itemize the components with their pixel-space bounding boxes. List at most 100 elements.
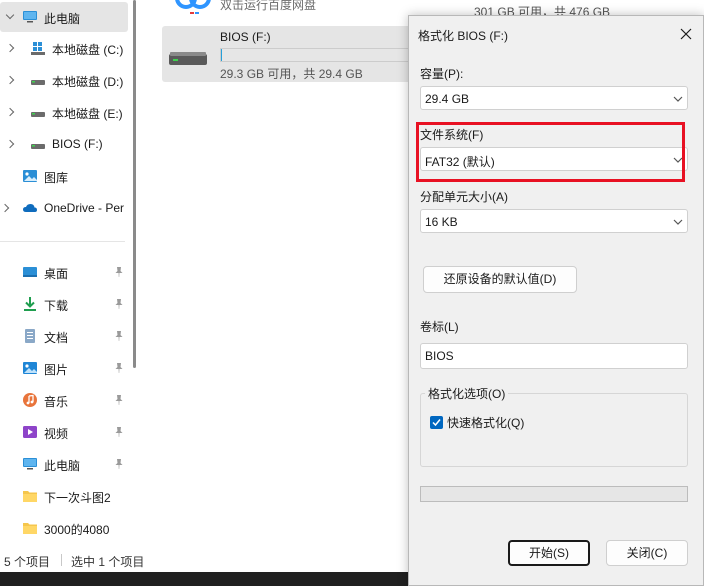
- chevron-right-icon[interactable]: [7, 108, 15, 116]
- restore-defaults-button[interactable]: 还原设备的默认值(D): [423, 266, 577, 293]
- nav-item-label: 文档: [44, 331, 69, 345]
- nav-item-label: 3000的4080: [44, 523, 110, 537]
- nav-item-label: BIOS (F:): [52, 137, 103, 151]
- dialog-close-button[interactable]: [673, 23, 699, 45]
- chevron-right-icon[interactable]: [7, 76, 15, 84]
- format-dialog: 格式化 BIOS (F:) 容量(P): 29.4 GB 文件系统(F) FAT…: [408, 15, 704, 586]
- filesystem-label: 文件系统(F): [420, 128, 484, 142]
- chevron-right-icon[interactable]: [7, 44, 15, 52]
- pin-icon[interactable]: [114, 394, 124, 406]
- filesystem-select[interactable]: FAT32 (默认): [420, 147, 688, 171]
- computer-icon: [23, 11, 37, 23]
- volume-label-label: 卷标(L): [420, 320, 459, 334]
- desktop-icon: [23, 267, 37, 277]
- allocation-value: 16 KB: [425, 215, 458, 229]
- close-icon: [680, 28, 692, 40]
- drive-usage-bar: [220, 48, 410, 62]
- quick-access-folder-1[interactable]: 下一次斗图2: [0, 481, 128, 511]
- drive-icon: [31, 144, 45, 149]
- video-icon: [23, 426, 37, 438]
- quick-access-this-pc[interactable]: 此电脑: [0, 449, 128, 479]
- nav-item-label: 桌面: [44, 267, 69, 281]
- nav-divider: [0, 241, 125, 242]
- drive-space-text: 29.3 GB 可用，共 29.4 GB: [220, 67, 363, 81]
- navigation-pane: 此电脑 本地磁盘 (C:) 本地磁盘 (D:) 本地磁盘 (E:) BIOS (…: [0, 0, 130, 548]
- capacity-value: 29.4 GB: [425, 92, 470, 106]
- nav-item-label: 图库: [44, 171, 69, 185]
- nav-item-label: 此电脑: [44, 12, 81, 26]
- nav-item-drive-e[interactable]: 本地磁盘 (E:): [0, 97, 128, 127]
- baidu-netdisk-icon: [175, 0, 211, 14]
- pin-icon[interactable]: [114, 362, 124, 374]
- pin-icon[interactable]: [114, 298, 124, 310]
- quick-access-folder-2[interactable]: 3000的4080: [0, 513, 128, 543]
- nav-item-label: 视频: [44, 427, 69, 441]
- nav-scrollbar[interactable]: [133, 0, 137, 548]
- nav-item-label: 下一次斗图2: [44, 491, 111, 505]
- nav-item-label: 音乐: [44, 395, 69, 409]
- allocation-label: 分配单元大小(A): [420, 190, 508, 204]
- quick-access-downloads[interactable]: 下载: [0, 289, 128, 319]
- quick-format-checkbox[interactable]: [430, 415, 443, 429]
- quick-access-music[interactable]: 音乐: [0, 385, 128, 415]
- chevron-right-icon[interactable]: [7, 140, 15, 148]
- windows-drive-icon: [31, 42, 45, 55]
- drive-icon: [169, 52, 207, 65]
- quick-access-pictures[interactable]: 图片: [0, 353, 128, 383]
- chevron-down-icon: [673, 157, 683, 163]
- nav-item-gallery[interactable]: 图库: [0, 161, 128, 191]
- nav-item-label: 本地磁盘 (C:): [52, 43, 124, 57]
- nav-item-label: 图片: [44, 363, 69, 377]
- allocation-select[interactable]: 16 KB: [420, 209, 688, 233]
- format-options-title: 格式化选项(O): [425, 385, 509, 402]
- drive-tile-bios[interactable]: BIOS (F:) 29.3 GB 可用，共 29.4 GB: [162, 26, 416, 82]
- nav-item-label: 此电脑: [44, 459, 81, 473]
- music-icon: [23, 393, 37, 407]
- pin-icon[interactable]: [114, 266, 124, 278]
- pin-icon[interactable]: [114, 330, 124, 342]
- pin-icon[interactable]: [114, 426, 124, 438]
- document-icon: [25, 329, 35, 343]
- pin-icon[interactable]: [114, 458, 124, 470]
- chevron-right-icon[interactable]: [2, 204, 10, 212]
- nav-item-this-pc[interactable]: 此电脑: [0, 2, 128, 32]
- quick-format-label: 快速格式化(Q): [447, 415, 525, 430]
- capacity-select[interactable]: 29.4 GB: [420, 86, 688, 110]
- start-button[interactable]: 开始(S): [508, 540, 590, 566]
- status-item-count: 5 个项目: [4, 555, 51, 569]
- chevron-down-icon: [673, 219, 683, 225]
- nav-item-label: 下载: [44, 299, 69, 313]
- file-name[interactable]: 双击运行百度网盘: [220, 0, 316, 13]
- quick-access-videos[interactable]: 视频: [0, 417, 128, 447]
- status-divider: [61, 554, 62, 566]
- computer-icon: [23, 458, 37, 470]
- pictures-icon: [23, 362, 37, 374]
- folder-icon: [23, 491, 37, 502]
- drive-icon: [31, 112, 45, 117]
- quick-access-documents[interactable]: 文档: [0, 321, 128, 351]
- volume-label-input[interactable]: [425, 348, 681, 364]
- drive-usage-fill: [221, 49, 222, 61]
- capacity-label: 容量(P):: [420, 67, 464, 81]
- close-button[interactable]: 关闭(C): [606, 540, 688, 566]
- quick-access-desktop[interactable]: 桌面: [0, 257, 128, 287]
- nav-item-label: 本地磁盘 (D:): [52, 75, 124, 89]
- volume-label-field[interactable]: [420, 343, 688, 369]
- nav-item-onedrive[interactable]: OneDrive - Per: [0, 193, 128, 223]
- nav-item-label: OneDrive - Per: [44, 201, 125, 215]
- status-selected-count: 选中 1 个项目: [71, 555, 145, 569]
- download-icon: [24, 297, 36, 311]
- nav-item-drive-c[interactable]: 本地磁盘 (C:): [0, 33, 128, 63]
- folder-icon: [23, 523, 37, 534]
- nav-item-label: 本地磁盘 (E:): [52, 107, 123, 121]
- filesystem-value: FAT32 (默认): [425, 155, 495, 169]
- nav-scrollbar-thumb[interactable]: [133, 0, 136, 368]
- gallery-icon: [23, 170, 37, 182]
- quick-format-option[interactable]: 快速格式化(Q): [430, 414, 524, 430]
- nav-item-drive-f[interactable]: BIOS (F:): [0, 129, 128, 159]
- checkmark-icon: [432, 418, 441, 426]
- dialog-title: 格式化 BIOS (F:): [418, 29, 509, 43]
- nav-item-drive-d[interactable]: 本地磁盘 (D:): [0, 65, 128, 95]
- chevron-down-icon[interactable]: [7, 13, 15, 21]
- format-progress-bar: [420, 486, 688, 502]
